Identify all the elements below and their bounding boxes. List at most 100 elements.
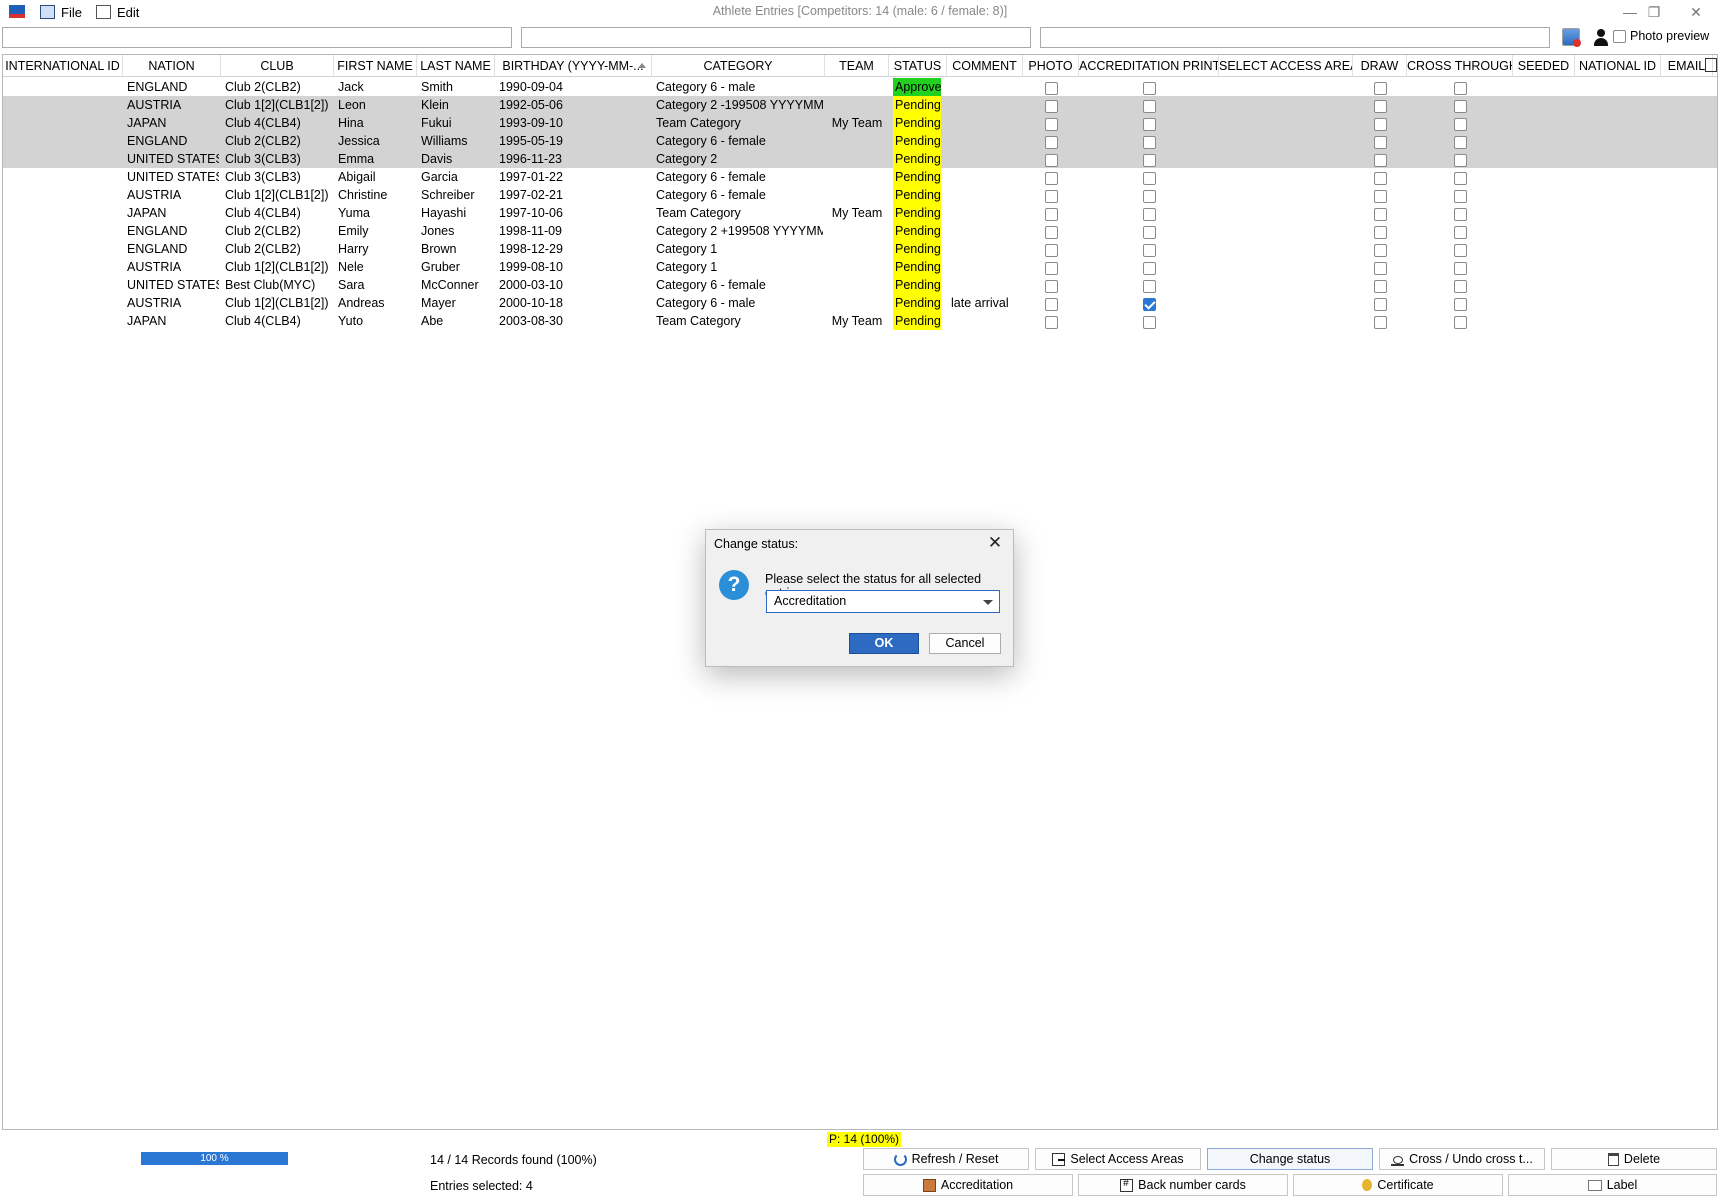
- photo-checkbox[interactable]: [1044, 243, 1058, 257]
- column-header-last[interactable]: LAST NAME: [417, 55, 495, 77]
- close-icon[interactable]: ✕: [985, 533, 1005, 553]
- close-window-button[interactable]: ✕: [1676, 2, 1716, 22]
- column-header-comment[interactable]: COMMENT: [947, 55, 1023, 77]
- maximize-button[interactable]: ❐: [1634, 2, 1674, 22]
- accr-print-checkbox[interactable]: [1142, 225, 1156, 239]
- accr-print-checkbox[interactable]: [1142, 315, 1156, 329]
- draw-checkbox[interactable]: [1373, 171, 1387, 185]
- column-header-nation[interactable]: NATION: [123, 55, 221, 77]
- table-row[interactable]: AUSTRIA Club 1[2](CLB1[2]) Andreas Mayer 200…: [3, 294, 1717, 312]
- cross-checkbox[interactable]: [1453, 189, 1467, 203]
- column-header-access[interactable]: SELECT ACCESS AREAS: [1219, 55, 1353, 77]
- photo-checkbox[interactable]: [1044, 225, 1058, 239]
- table-row[interactable]: AUSTRIA Club 1[2](CLB1[2]) Christine Schrei…: [3, 186, 1717, 204]
- back-number-cards-button[interactable]: Back number cards: [1078, 1174, 1288, 1196]
- cross-checkbox[interactable]: [1453, 261, 1467, 275]
- draw-checkbox[interactable]: [1373, 261, 1387, 275]
- cross-checkbox[interactable]: [1453, 171, 1467, 185]
- column-header-club[interactable]: CLUB: [221, 55, 334, 77]
- cross-checkbox[interactable]: [1453, 117, 1467, 131]
- cross-checkbox[interactable]: [1453, 135, 1467, 149]
- column-header-cross[interactable]: CROSS THROUGH: [1407, 55, 1513, 77]
- accr-print-checkbox[interactable]: [1142, 279, 1156, 293]
- accr-print-checkbox[interactable]: [1142, 99, 1156, 113]
- cross-checkbox[interactable]: [1453, 207, 1467, 221]
- column-header-photo[interactable]: PHOTO: [1023, 55, 1079, 77]
- table-row[interactable]: JAPAN Club 4(CLB4) Hina Fukui 1993-09-10 Team…: [3, 114, 1717, 132]
- cross-checkbox[interactable]: [1453, 279, 1467, 293]
- change-status-button[interactable]: Change status: [1207, 1148, 1373, 1170]
- accr-print-checkbox[interactable]: [1142, 243, 1156, 257]
- cross-checkbox[interactable]: [1453, 81, 1467, 95]
- draw-checkbox[interactable]: [1373, 117, 1387, 131]
- column-header-intl-id[interactable]: INTERNATIONAL ID: [3, 55, 123, 77]
- refresh-reset-button[interactable]: Refresh / Reset: [863, 1148, 1029, 1170]
- photo-checkbox[interactable]: [1044, 99, 1058, 113]
- accr-print-checkbox[interactable]: [1142, 171, 1156, 185]
- filter-input-1[interactable]: [2, 27, 512, 48]
- draw-checkbox[interactable]: [1373, 279, 1387, 293]
- column-header-birthday[interactable]: BIRTHDAY (YYYY-MM-...: [495, 55, 652, 77]
- accr-print-checkbox[interactable]: [1142, 207, 1156, 221]
- accr-print-checkbox[interactable]: [1142, 135, 1156, 149]
- draw-checkbox[interactable]: [1373, 189, 1387, 203]
- photo-checkbox[interactable]: [1044, 207, 1058, 221]
- table-row[interactable]: UNITED STATES Best Club(MYC) Sara McConner 2…: [3, 276, 1717, 294]
- draw-checkbox[interactable]: [1373, 153, 1387, 167]
- select-access-areas-button[interactable]: Select Access Areas: [1035, 1148, 1201, 1170]
- photo-checkbox[interactable]: [1044, 297, 1058, 311]
- accr-print-checkbox[interactable]: [1142, 153, 1156, 167]
- photo-preview-checkbox[interactable]: [1613, 29, 1626, 43]
- photo-checkbox[interactable]: [1044, 171, 1058, 185]
- table-row[interactable]: ENGLAND Club 2(CLB2) Harry Brown 1998-12-29 C…: [3, 240, 1717, 258]
- cross-checkbox[interactable]: [1453, 297, 1467, 311]
- photo-checkbox[interactable]: [1044, 189, 1058, 203]
- photo-checkbox[interactable]: [1044, 279, 1058, 293]
- ok-button[interactable]: OK: [849, 633, 919, 654]
- cross-through-button[interactable]: Cross / Undo cross t...: [1379, 1148, 1545, 1170]
- accr-print-checkbox[interactable]: [1142, 261, 1156, 275]
- accr-print-checkbox[interactable]: [1142, 189, 1156, 203]
- photo-checkbox[interactable]: [1044, 117, 1058, 131]
- table-row[interactable]: ENGLAND Club 2(CLB2) Jack Smith 1990-09-04 Ca…: [3, 78, 1717, 96]
- table-row[interactable]: ENGLAND Club 2(CLB2) Emily Jones 1998-11-09 C…: [3, 222, 1717, 240]
- draw-checkbox[interactable]: [1373, 135, 1387, 149]
- table-row[interactable]: AUSTRIA Club 1[2](CLB1[2]) Leon Klein 1992-0…: [3, 96, 1717, 114]
- photo-checkbox[interactable]: [1044, 81, 1058, 95]
- photo-checkbox[interactable]: [1044, 135, 1058, 149]
- column-header-national-id[interactable]: NATIONAL ID: [1575, 55, 1661, 77]
- draw-checkbox[interactable]: [1373, 207, 1387, 221]
- draw-checkbox[interactable]: [1373, 243, 1387, 257]
- column-header-category[interactable]: CATEGORY: [652, 55, 825, 77]
- delete-button[interactable]: Delete: [1551, 1148, 1717, 1170]
- column-header-draw[interactable]: DRAW: [1353, 55, 1407, 77]
- draw-checkbox[interactable]: [1373, 297, 1387, 311]
- photo-checkbox[interactable]: [1044, 315, 1058, 329]
- table-row[interactable]: JAPAN Club 4(CLB4) Yuma Hayashi 1997-10-06 Te…: [3, 204, 1717, 222]
- table-row[interactable]: UNITED STATES Club 3(CLB3) Emma Davis 1996-1…: [3, 150, 1717, 168]
- filter-input-3[interactable]: [1040, 27, 1550, 48]
- table-row[interactable]: JAPAN Club 4(CLB4) Yuto Abe 2003-08-30 Team C…: [3, 312, 1717, 330]
- filter-input-2[interactable]: [521, 27, 1031, 48]
- accr-print-checkbox[interactable]: [1142, 81, 1156, 95]
- photo-preview-toggle[interactable]: Photo preview: [1613, 29, 1709, 43]
- accreditation-button[interactable]: Accreditation: [863, 1174, 1073, 1196]
- draw-checkbox[interactable]: [1373, 81, 1387, 95]
- certificate-button[interactable]: Certificate: [1293, 1174, 1503, 1196]
- cross-checkbox[interactable]: [1453, 99, 1467, 113]
- draw-checkbox[interactable]: [1373, 315, 1387, 329]
- table-row[interactable]: UNITED STATES Club 3(CLB3) Abigail Garcia 19…: [3, 168, 1717, 186]
- draw-checkbox[interactable]: [1373, 99, 1387, 113]
- cancel-button[interactable]: Cancel: [929, 633, 1001, 654]
- column-header-accr-print[interactable]: ACCREDITATION PRINT: [1079, 55, 1219, 77]
- label-button[interactable]: Label: [1508, 1174, 1717, 1196]
- column-chooser-icon[interactable]: [1705, 58, 1717, 72]
- column-header-team[interactable]: TEAM: [825, 55, 889, 77]
- cross-checkbox[interactable]: [1453, 225, 1467, 239]
- photo-checkbox[interactable]: [1044, 153, 1058, 167]
- cross-checkbox[interactable]: [1453, 153, 1467, 167]
- column-header-first[interactable]: FIRST NAME: [334, 55, 417, 77]
- table-row[interactable]: AUSTRIA Club 1[2](CLB1[2]) Nele Gruber 1999-…: [3, 258, 1717, 276]
- column-header-status[interactable]: STATUS: [889, 55, 947, 77]
- accr-print-checkbox[interactable]: [1142, 117, 1156, 131]
